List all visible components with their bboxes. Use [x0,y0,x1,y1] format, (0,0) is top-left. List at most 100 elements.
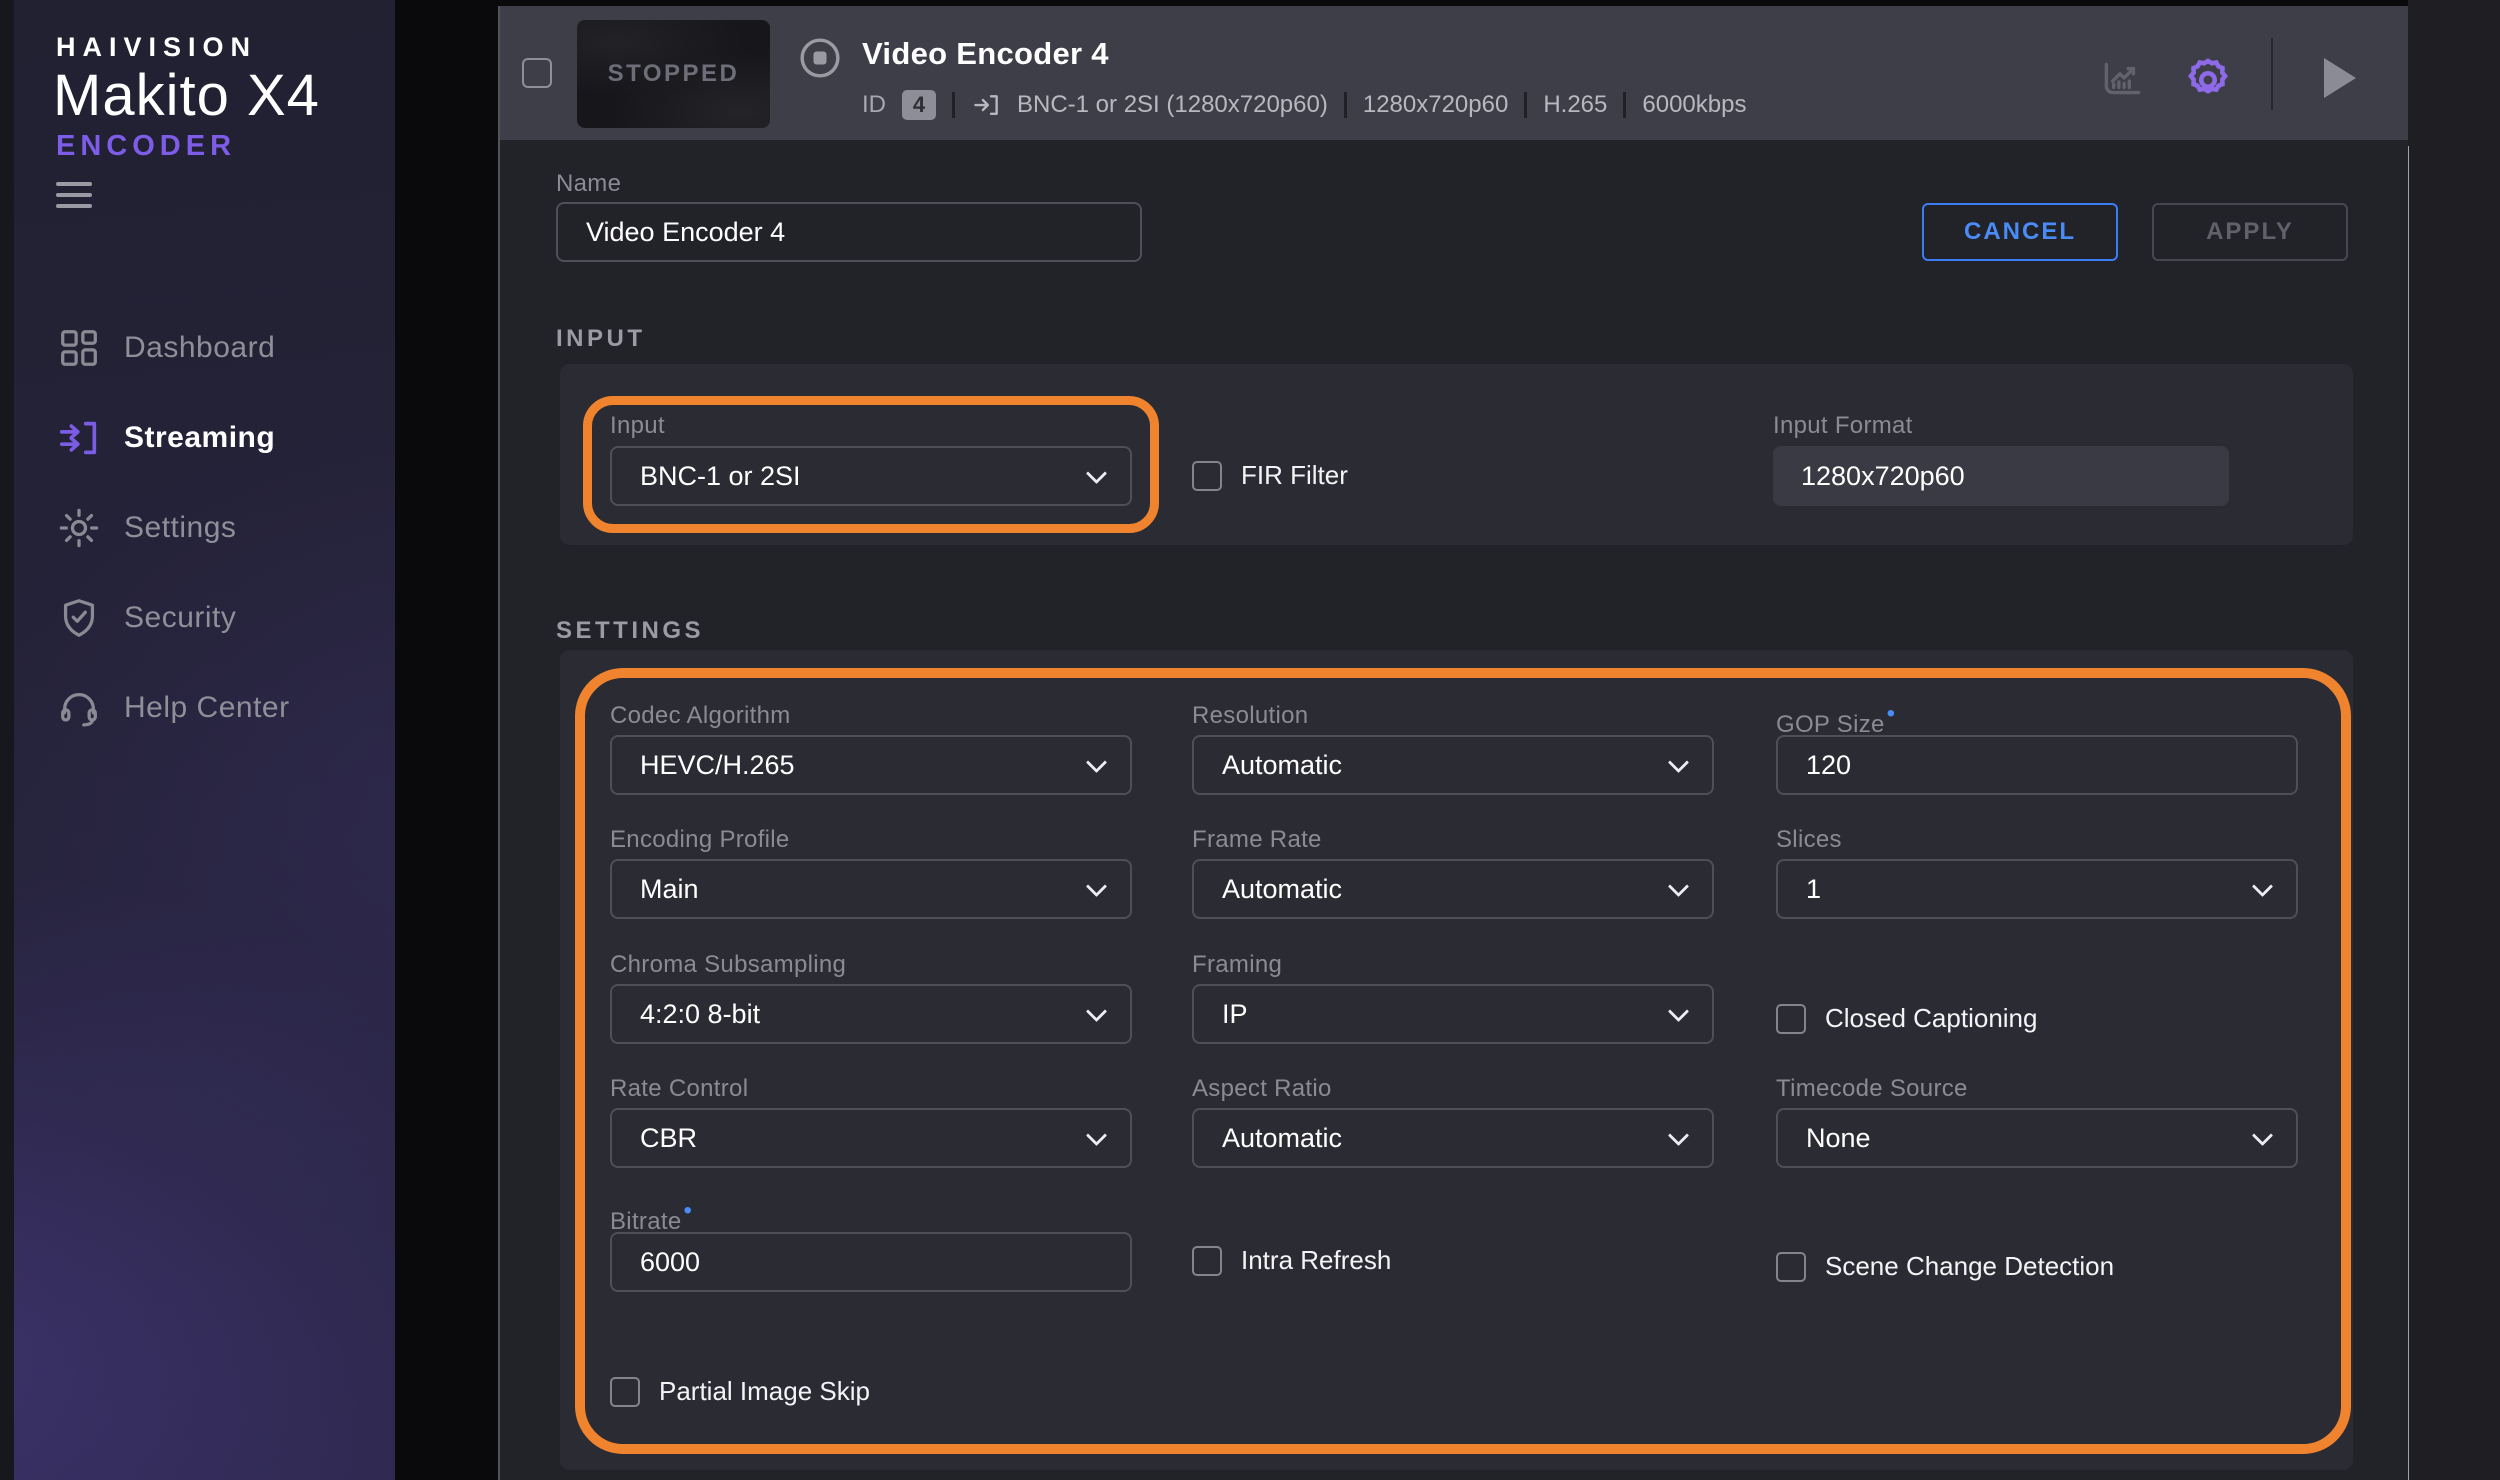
scene-change-detection-checkbox[interactable]: Scene Change Detection [1776,1251,2114,1282]
framing-value: IP [1222,986,1248,1042]
input-label: Input [610,412,665,440]
framing-label: Framing [1192,951,1282,979]
shield-check-icon [56,595,102,641]
closed-captioning-label: Closed Captioning [1825,1003,2037,1034]
encoder-settings-gear-icon[interactable] [2182,54,2232,104]
bitrate-label: Bitrate• [610,1199,690,1236]
chroma-subsampling-select[interactable]: 4:2:0 8-bit [610,984,1132,1044]
cancel-button[interactable]: CANCEL [1922,203,2118,261]
id-label: ID [862,91,886,119]
sidebar-item-label: Help Center [124,691,290,725]
hamburger-menu-icon[interactable] [56,182,92,210]
stopped-status-icon [797,35,843,81]
required-marker: • [683,1197,692,1224]
aspect-ratio-select[interactable]: Automatic [1192,1108,1714,1168]
checkbox-box [1776,1252,1806,1282]
input-card: Input BNC-1 or 2SI FIR Filter Input Form… [560,364,2353,545]
preview-thumbnail[interactable]: STOPPED [577,20,770,128]
sidebar-nav: Dashboard Streaming Settings [0,303,395,753]
select-encoder-checkbox[interactable] [522,58,552,88]
chevron-down-icon [1668,1125,1689,1146]
chroma-subsampling-value: 4:2:0 8-bit [640,986,760,1042]
frame-rate-select[interactable]: Automatic [1192,859,1714,919]
bitrate-input[interactable] [610,1232,1132,1292]
encoding-profile-label: Encoding Profile [610,826,790,854]
checkbox-box [610,1377,640,1407]
rate-control-label: Rate Control [610,1075,748,1103]
input-select-value: BNC-1 or 2SI [640,448,801,504]
start-encoder-play-icon[interactable] [2324,58,2356,98]
statistics-icon[interactable] [2097,54,2147,104]
id-badge: 4 [902,90,936,120]
frame-rate-value: Automatic [1222,861,1342,917]
right-gutter [2408,0,2500,1480]
meta-divider [1623,92,1626,118]
chevron-down-icon [1086,1125,1107,1146]
chevron-down-icon [1086,876,1107,897]
closed-captioning-checkbox[interactable]: Closed Captioning [1776,1003,2037,1034]
encoder-detail-panel: Name CANCEL APPLY INPUT Input BNC-1 or 2… [500,140,2408,1480]
aspect-ratio-label: Aspect Ratio [1192,1075,1332,1103]
partial-image-skip-label: Partial Image Skip [659,1376,870,1407]
sidebar-item-streaming[interactable]: Streaming [0,393,395,483]
sidebar: HAIVISION Makito X4 ENCODER Dashboard St… [0,0,395,1480]
codec-algorithm-select[interactable]: HEVC/H.265 [610,735,1132,795]
chevron-down-icon [1668,752,1689,773]
gop-size-input[interactable] [1776,735,2298,795]
frame-rate-label: Frame Rate [1192,826,1322,854]
product-name: Makito X4 [53,62,320,129]
fir-filter-label: FIR Filter [1241,460,1348,491]
slices-value: 1 [1806,861,1821,917]
sidebar-item-settings[interactable]: Settings [0,483,395,573]
chevron-down-icon [2252,1125,2273,1146]
fir-filter-checkbox[interactable]: FIR Filter [1192,460,1348,491]
required-marker: • [1887,700,1896,727]
aspect-ratio-value: Automatic [1222,1110,1342,1166]
meta-resolution: 1280x720p60 [1363,91,1508,119]
resolution-select[interactable]: Automatic [1192,735,1714,795]
slices-label: Slices [1776,826,1842,854]
chroma-subsampling-label: Chroma Subsampling [610,951,846,979]
input-format-field: 1280x720p60 [1773,446,2229,506]
sidebar-item-label: Settings [124,511,236,545]
name-label: Name [556,170,621,198]
input-select[interactable]: BNC-1 or 2SI [610,446,1132,506]
settings-section-heading: SETTINGS [556,617,704,645]
haivision-logo: HAIVISION [56,32,257,63]
streaming-icon [56,415,102,461]
chevron-down-icon [1668,876,1689,897]
slices-select[interactable]: 1 [1776,859,2298,919]
encoding-profile-select[interactable]: Main [610,859,1132,919]
encoding-profile-value: Main [640,861,699,917]
rate-control-value: CBR [640,1110,697,1166]
sidebar-item-label: Streaming [124,421,275,455]
rate-control-select[interactable]: CBR [610,1108,1132,1168]
timecode-source-value: None [1806,1110,1871,1166]
name-input[interactable] [556,202,1142,262]
page-title: Video Encoder 4 [862,36,1109,72]
gop-size-label: GOP Size• [1776,702,1893,739]
chevron-down-icon [1086,752,1107,773]
sidebar-item-dashboard[interactable]: Dashboard [0,303,395,393]
settings-card: Codec Algorithm HEVC/H.265 Encoding Prof… [560,650,2353,1470]
timecode-source-select[interactable]: None [1776,1108,2298,1168]
encoder-header-bar: STOPPED Video Encoder 4 ID 4 BNC-1 or 2S… [500,6,2408,140]
framing-select[interactable]: IP [1192,984,1714,1044]
meta-bitrate: 6000kbps [1642,91,1746,119]
partial-image-skip-checkbox[interactable]: Partial Image Skip [610,1376,870,1407]
codec-algorithm-label: Codec Algorithm [610,702,791,730]
checkbox-box [1192,1246,1222,1276]
sidebar-item-label: Dashboard [124,331,275,365]
meta-input: BNC-1 or 2SI (1280x720p60) [1017,91,1328,119]
sidebar-item-security[interactable]: Security [0,573,395,663]
sidebar-item-help-center[interactable]: Help Center [0,663,395,753]
chevron-down-icon [1086,463,1107,484]
encoder-meta-row: ID 4 BNC-1 or 2SI (1280x720p60) 1280x720… [862,90,1746,120]
chevron-down-icon [1086,1001,1107,1022]
codec-algorithm-value: HEVC/H.265 [640,737,795,793]
input-section-heading: INPUT [556,325,646,353]
intra-refresh-checkbox[interactable]: Intra Refresh [1192,1245,1391,1276]
apply-button[interactable]: APPLY [2152,203,2348,261]
checkbox-box [1192,461,1222,491]
meta-divider [1524,92,1527,118]
